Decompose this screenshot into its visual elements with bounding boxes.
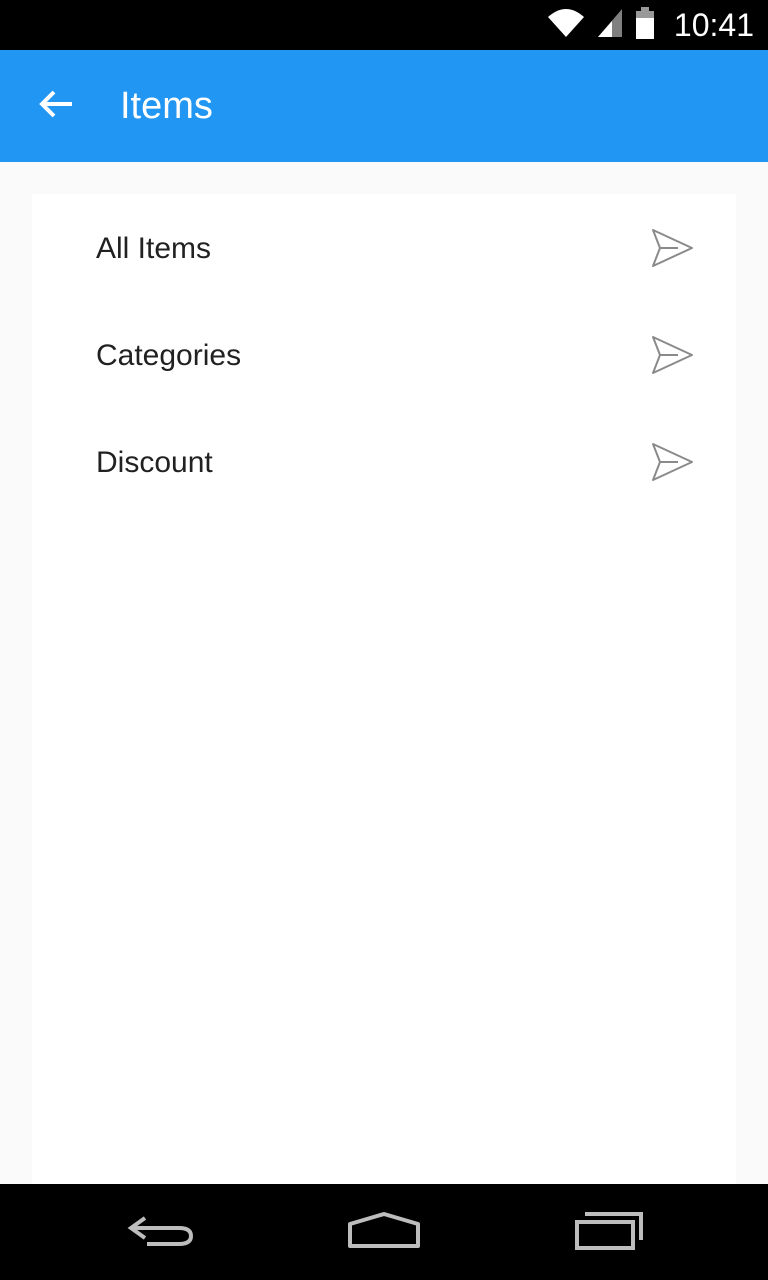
menu-list: All Items Categories Discount [32, 194, 736, 515]
menu-item-discount[interactable]: Discount [32, 408, 736, 515]
send-icon [650, 226, 694, 270]
navigation-bar [0, 1184, 768, 1280]
nav-home-button[interactable] [339, 1202, 429, 1262]
menu-item-label: All Items [96, 232, 212, 265]
app-bar: Items [0, 50, 768, 162]
arrow-back-icon [38, 88, 74, 125]
send-icon [650, 440, 694, 484]
recents-nav-icon [575, 1210, 645, 1255]
menu-item-categories[interactable]: Categories [32, 301, 736, 408]
nav-recents-button[interactable] [565, 1202, 655, 1262]
menu-item-label: Discount [96, 446, 213, 479]
screen: 10:41 Items All Items Categories Discoun… [0, 0, 768, 1280]
wifi-icon [546, 7, 586, 44]
back-button[interactable] [30, 80, 82, 132]
page-title: Items [120, 85, 213, 127]
back-nav-icon [125, 1210, 195, 1255]
status-bar: 10:41 [0, 0, 768, 50]
signal-icon [596, 7, 624, 44]
menu-item-label: Categories [96, 339, 242, 372]
nav-back-button[interactable] [115, 1202, 205, 1262]
menu-item-all-items[interactable]: All Items [32, 194, 736, 301]
status-time: 10:41 [673, 7, 754, 43]
send-icon [650, 333, 694, 377]
home-nav-icon [346, 1210, 422, 1255]
status-icons: 10:41 [546, 0, 754, 50]
content-card: All Items Categories Discount [32, 194, 736, 1184]
battery-icon [634, 6, 656, 45]
